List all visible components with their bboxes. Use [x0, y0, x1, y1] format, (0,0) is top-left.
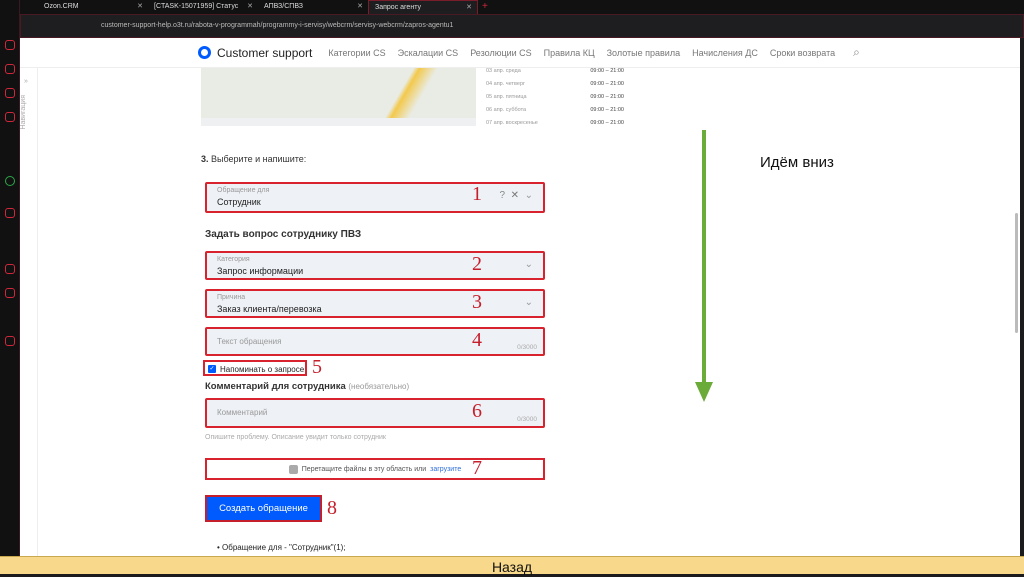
site-header: Customer support Категории CS Эскалации …: [20, 38, 1020, 68]
annotation-number: 2: [472, 253, 482, 275]
logo-icon: [198, 46, 211, 59]
settings-icon[interactable]: [5, 336, 15, 346]
browser-sidebar: [0, 0, 20, 556]
checkmark-icon: ✓: [208, 365, 216, 373]
page: Customer support Категории CS Эскалации …: [20, 38, 1020, 556]
new-tab-button[interactable]: +: [478, 0, 492, 14]
upload-link[interactable]: загрузите: [430, 466, 461, 473]
comment-input[interactable]: Комментарий 0/3000: [205, 398, 545, 428]
tab[interactable]: [CTASK-15071959] Статус ✕: [148, 0, 258, 14]
annotation-note: Идём вниз: [760, 154, 834, 171]
sidebar-icon[interactable]: [5, 64, 15, 74]
section-title: Задать вопрос сотруднику ПВЗ: [205, 229, 362, 240]
annotation-number: 6: [472, 400, 482, 422]
close-icon[interactable]: ✕: [247, 2, 253, 10]
comment-hint: Опишите проблему. Описание увидит только…: [205, 434, 386, 441]
step-title: 3. Выберите и напишите:: [201, 154, 307, 164]
reason-select[interactable]: Причина Заказ клиента/перевозка ⌄: [205, 289, 545, 318]
nav-link[interactable]: Эскалации CS: [398, 48, 459, 58]
tab-label: Запрос агенту: [375, 4, 421, 11]
back-button[interactable]: Назад: [0, 556, 1024, 575]
close-icon[interactable]: ✕: [466, 3, 472, 11]
map[interactable]: [201, 68, 476, 126]
nav-link[interactable]: Начисления ДС: [692, 48, 758, 58]
nav-link[interactable]: Правила КЦ: [544, 48, 595, 58]
address-bar[interactable]: customer-support-help.o3t.ru/rabota-v-pr…: [20, 14, 1024, 38]
chevron-down-icon: ⌄: [524, 297, 533, 308]
annotation-number: 4: [472, 329, 482, 351]
checkbox-label: Напоминать о запросе: [220, 364, 305, 374]
nav-link[interactable]: Сроки возврата: [770, 48, 835, 58]
annotation-number: 5: [312, 356, 322, 378]
tab-label: [CTASK-15071959] Статус: [154, 3, 239, 10]
tab-label: АПВЗ/СПВЗ: [264, 3, 303, 10]
bullet-item: • Обращение для - "Сотрудник"(1);: [217, 543, 346, 552]
brand[interactable]: Customer support: [217, 46, 312, 60]
field-label: Причина: [217, 294, 246, 301]
tab-label: Ozon.CRM: [44, 3, 79, 10]
upload-icon: [288, 464, 298, 474]
down-arrow: [702, 130, 706, 384]
category-select[interactable]: Категория Запрос информации ⌄: [205, 251, 545, 280]
field-value: Заказ клиента/перевозка: [217, 304, 322, 314]
remind-checkbox[interactable]: ✓ Напоминать о запросе: [203, 360, 307, 376]
close-icon[interactable]: ✕: [137, 2, 143, 10]
schedule-row: 06 апр. суббота 09:00 – 21:00: [486, 107, 624, 113]
search-icon[interactable]: ⌕: [853, 45, 860, 60]
scrollbar[interactable]: [1015, 213, 1018, 333]
tab[interactable]: АПВЗ/СПВЗ ✕: [258, 0, 368, 14]
chevron-down-icon: ⌄: [524, 259, 533, 270]
heart-icon[interactable]: [5, 264, 15, 274]
tab-active[interactable]: Запрос агенту ✕: [368, 0, 478, 14]
nav-link[interactable]: Золотые правила: [607, 48, 680, 58]
char-count: 0/3000: [517, 344, 537, 351]
file-dropzone[interactable]: Перетащите файлы в эту область или загруз…: [205, 458, 545, 480]
sidebar-icon[interactable]: [5, 40, 15, 50]
sidebar-icon[interactable]: [5, 88, 15, 98]
annotation-number: 8: [327, 497, 337, 519]
chevron-down-icon[interactable]: ⌄: [525, 190, 533, 201]
annotation-number: 7: [472, 457, 482, 479]
tab[interactable]: Ozon.CRM ✕: [38, 0, 148, 14]
history-icon[interactable]: [5, 288, 15, 298]
field-value: Запрос информации: [217, 266, 304, 276]
field-label: Категория: [217, 256, 250, 263]
text-input[interactable]: Текст обращения 0/3000: [205, 327, 545, 356]
field-value: Сотрудник: [217, 197, 261, 207]
char-count: 0/3000: [517, 416, 537, 423]
annotation-number: 1: [472, 183, 482, 205]
drop-text: Перетащите файлы в эту область или: [301, 465, 427, 473]
nav-link[interactable]: Категории CS: [328, 48, 385, 58]
sidebar-label: Навигация: [20, 95, 27, 130]
annotation-number: 3: [472, 291, 482, 313]
schedule-row: 03 апр. среда 09:00 – 21:00: [486, 68, 624, 74]
close-icon[interactable]: ✕: [357, 2, 363, 10]
field-label: Обращение для: [217, 187, 270, 194]
whatsapp-icon[interactable]: [5, 176, 15, 186]
schedule-row: 07 апр. воскресенье 09:00 – 21:00: [486, 120, 624, 126]
sidebar-icon[interactable]: [5, 112, 15, 122]
placeholder: Текст обращения: [217, 337, 282, 346]
placeholder: Комментарий: [217, 408, 268, 417]
back-label: Назад: [491, 559, 533, 575]
schedule: 03 апр. среда 09:00 – 21:00 04 апр. четве…: [480, 68, 630, 138]
tab-bar: Ozon.CRM ✕ [CTASK-15071959] Статус ✕ АПВЗ/…: [20, 0, 1024, 14]
create-request-button[interactable]: Создать обращение: [205, 495, 322, 522]
schedule-row: 04 апр. четверг 09:00 – 21:00: [486, 81, 624, 87]
comment-title: Комментарий для сотрудника (необязательн…: [205, 381, 410, 392]
sidebar-icon[interactable]: [5, 208, 15, 218]
clear-icon[interactable]: ✕: [511, 190, 519, 201]
url-text: customer-support-help.o3t.ru/rabota-v-pr…: [101, 22, 454, 29]
appeal-select[interactable]: Обращение для Сотрудник ? ✕ ⌄: [205, 182, 545, 213]
schedule-row: 05 апр. пятница 09:00 – 21:00: [486, 94, 624, 100]
navigation-sidebar[interactable]: » Навигация: [20, 68, 38, 556]
nav-link[interactable]: Резолюции CS: [470, 48, 531, 58]
down-arrow-head: [695, 382, 713, 402]
help-icon[interactable]: ?: [499, 190, 505, 201]
